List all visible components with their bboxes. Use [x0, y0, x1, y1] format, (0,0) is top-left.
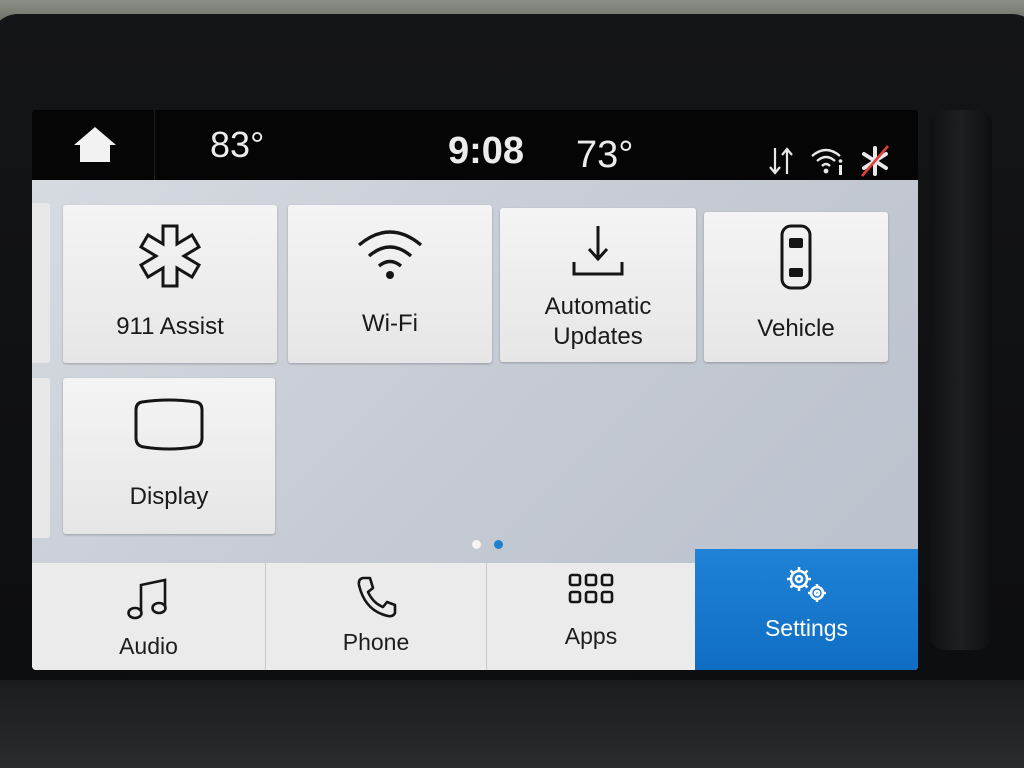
- tile-label-line-1: Automatic: [544, 293, 652, 320]
- bezel-ridge: [930, 110, 992, 650]
- tile-label: Display: [129, 483, 209, 510]
- tile-automatic-updates[interactable]: Automatic Updates: [500, 208, 696, 362]
- display-icon: [134, 398, 204, 451]
- tile-label-line-2: Updates: [553, 323, 643, 350]
- status-bar: 83° 9:08 73°: [32, 110, 918, 180]
- phone-icon: [357, 576, 397, 618]
- clock: 9:08: [448, 130, 525, 172]
- previous-page-tile[interactable]: [32, 203, 50, 363]
- wifi-icon: [357, 230, 423, 279]
- tile-911-assist[interactable]: 911 Assist: [63, 205, 277, 363]
- wifi-info-icon: [811, 148, 843, 175]
- nav-apps[interactable]: Apps: [487, 563, 695, 670]
- tile-display[interactable]: Display: [63, 378, 275, 534]
- outside-temperature: 83°: [210, 124, 265, 165]
- nav-label: Settings: [764, 615, 849, 641]
- nav-phone[interactable]: Phone: [266, 563, 486, 670]
- previous-page-tile[interactable]: [32, 378, 50, 538]
- page-dot-2-active[interactable]: [494, 540, 503, 549]
- home-icon: [74, 127, 116, 162]
- 911-assist-off-icon: [861, 145, 889, 177]
- status-divider: [154, 110, 155, 180]
- nav-label: Apps: [564, 623, 618, 649]
- home-button[interactable]: [72, 124, 118, 164]
- dashboard-lower-trim: [0, 680, 1024, 768]
- nav-audio[interactable]: Audio: [32, 563, 265, 670]
- download-icon: [572, 226, 624, 276]
- tile-label: Vehicle: [757, 315, 835, 342]
- nav-settings-active[interactable]: Settings: [695, 549, 918, 670]
- cabin-temperature: 73°: [576, 134, 634, 176]
- tile-label: 911 Assist: [116, 313, 224, 340]
- tile-wifi[interactable]: Wi-Fi: [288, 205, 492, 363]
- gears-icon: [786, 567, 826, 602]
- data-transfer-icon: [769, 147, 793, 175]
- bottom-nav-bar: Audio Phone Apps Settings: [32, 549, 918, 670]
- page-indicator: [472, 540, 512, 550]
- nav-label: Phone: [342, 629, 410, 655]
- tile-label: Wi-Fi: [362, 310, 418, 337]
- infotainment-screen: 83° 9:08 73° 911 Assist Wi-Fi Automatic …: [32, 110, 918, 670]
- tile-vehicle[interactable]: Vehicle: [704, 212, 888, 362]
- star-of-life-icon: [138, 224, 202, 288]
- nav-label: Audio: [119, 633, 178, 659]
- music-note-icon: [126, 578, 167, 620]
- page-dot-1[interactable]: [472, 540, 481, 549]
- car-icon: [780, 224, 812, 290]
- status-icons: [766, 144, 896, 180]
- grid-icon: [568, 573, 614, 604]
